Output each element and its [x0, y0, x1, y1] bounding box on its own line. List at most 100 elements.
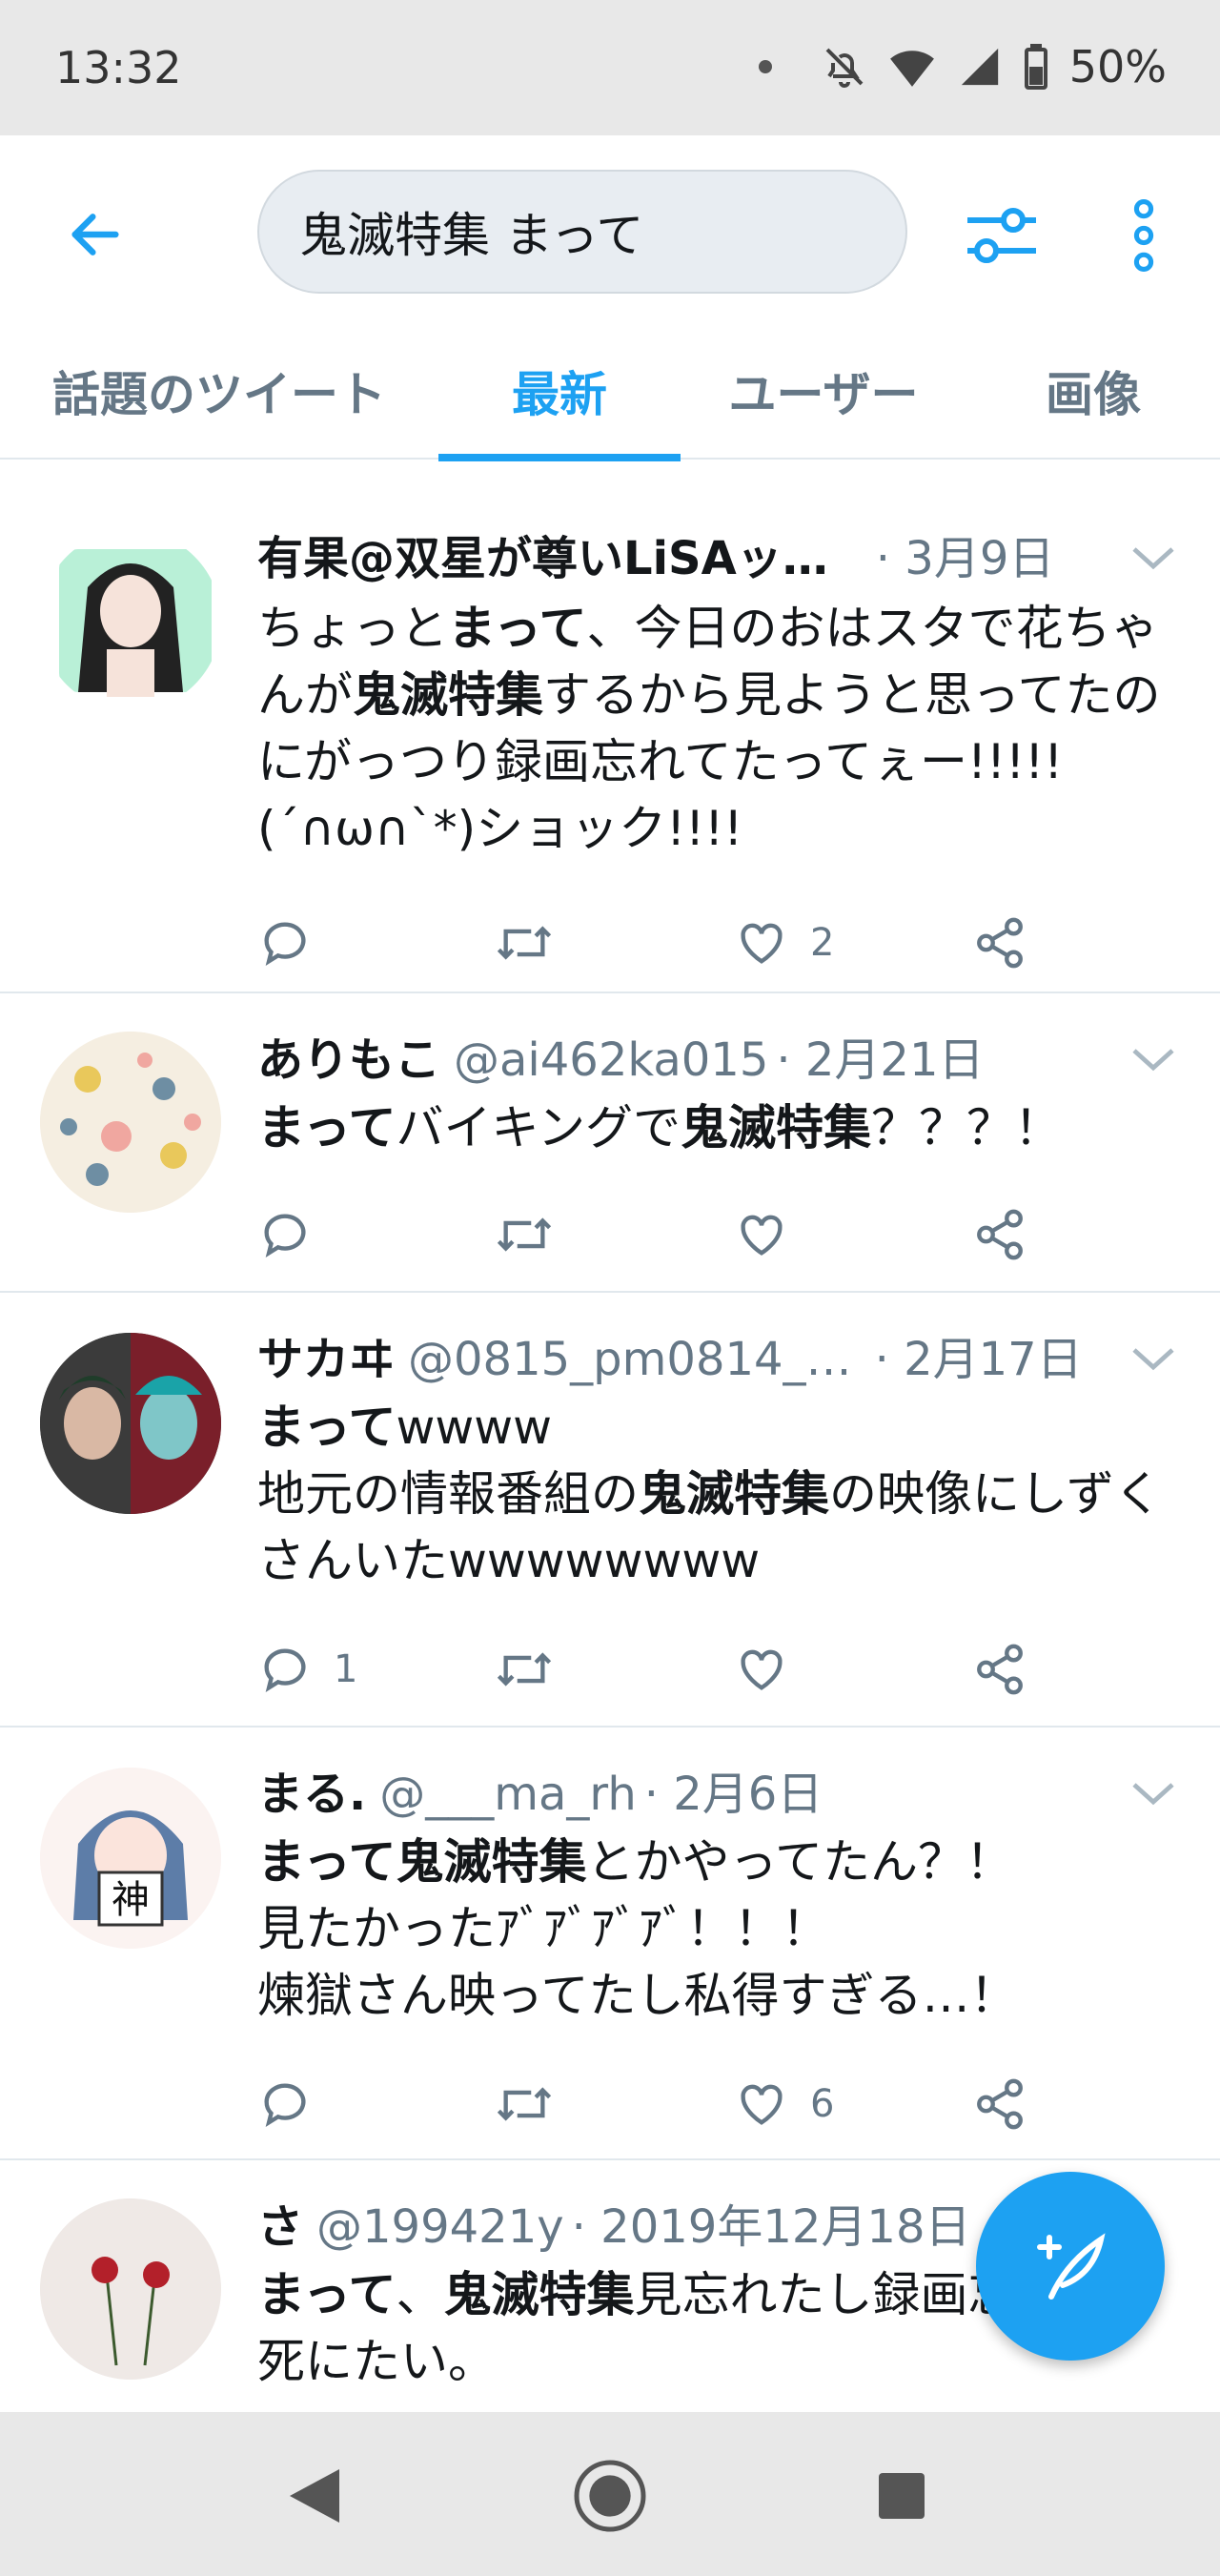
avatar[interactable] [40, 530, 221, 711]
like-button[interactable] [734, 1207, 789, 1262]
reply-icon [264, 1214, 306, 1258]
more-options-button[interactable] [1115, 193, 1172, 278]
tweet-header: 有果@双星が尊いLiSAッ… · 3月9日 [257, 524, 1178, 593]
search-input[interactable]: 鬼滅特集 まって [257, 170, 907, 294]
retweet-button[interactable] [494, 915, 555, 971]
battery-icon [1024, 44, 1047, 90]
search-tabs: 話題のツイート 最新 ユーザー 画像 [0, 322, 1220, 461]
tweet-date: · 2月21日 [776, 1033, 985, 1087]
nav-home-button[interactable] [572, 2458, 648, 2534]
reply-icon [264, 922, 306, 967]
tab-images[interactable]: 画像 [966, 322, 1220, 460]
like-count: 6 [810, 2082, 835, 2126]
recents-square-icon [879, 2473, 925, 2519]
tab-latest[interactable]: 最新 [438, 322, 681, 461]
avatar[interactable]: 神 [40, 1768, 221, 1949]
nav-back-button[interactable] [276, 2458, 353, 2534]
status-bar: 13:32 50% [0, 0, 1220, 135]
share-icon [977, 1209, 1023, 1260]
like-count: 2 [810, 921, 835, 965]
avatar[interactable] [40, 2198, 221, 2380]
reply-button[interactable] [257, 1207, 313, 1262]
chevron-down-icon[interactable] [1128, 1773, 1178, 1811]
tweet-author-handle: @0815_pm0814_… [408, 1333, 852, 1386]
app-header: 鬼滅特集 まって 話題のツイート 最新 ユーザー 画像 [0, 135, 1220, 461]
tweet-date: · 3月9日 [875, 532, 1055, 585]
back-button[interactable] [53, 193, 137, 276]
signal-icon [961, 48, 998, 86]
avatar[interactable] [40, 1032, 221, 1213]
more-vertical-icon [1133, 199, 1154, 272]
tweet-author-name[interactable]: 有果@双星が尊いLiSAッ… [257, 524, 828, 593]
heart-icon [741, 1215, 783, 1256]
filter-button[interactable] [959, 193, 1045, 278]
tweet-author-handle: @ai462ka015 [454, 1033, 769, 1087]
like-button[interactable]: 6 [734, 2076, 834, 2132]
tweet-date: · 2019年12月18日 [571, 2200, 971, 2254]
nav-recents-button[interactable] [864, 2458, 940, 2534]
heart-icon [741, 923, 783, 964]
svg-text:神: 神 [112, 1878, 150, 1922]
tweet-actions: 1 [257, 1617, 1178, 1722]
status-icons: 50% [758, 38, 1167, 95]
tweet-text: まってバイキングで鬼滅特集？？？！ [257, 1100, 1062, 1155]
arrow-left-icon [71, 214, 119, 256]
tab-top-tweets[interactable]: 話題のツイート [0, 322, 438, 460]
tweet-header: ありもこ @ai462ka015 · 2月21日 [257, 1026, 1178, 1094]
chevron-down-icon[interactable] [1128, 1339, 1178, 1377]
tweet-author-name[interactable]: サカヰ [257, 1325, 395, 1394]
tweet-author-handle: @199421y [316, 2200, 564, 2254]
tweet-item[interactable]: サカヰ @0815_pm0814_… · 2月17日 まってwwww 地元の情報… [0, 1293, 1220, 1728]
avatar[interactable] [40, 1333, 221, 1514]
reply-button[interactable] [257, 915, 334, 971]
sliders-icon [967, 208, 1036, 263]
chevron-down-icon[interactable] [1128, 538, 1178, 576]
compose-icon [1037, 2233, 1106, 2300]
retweet-icon [497, 926, 552, 960]
like-button[interactable]: 2 [734, 915, 834, 971]
tweet-text: ちょっとまって、今日のおはスタで花ちゃんが鬼滅特集するから見ようと思ってたのにが… [257, 601, 1161, 856]
retweet-icon [497, 2087, 552, 2121]
reply-icon [264, 1648, 306, 1693]
tweet-date: · 2月6日 [643, 1768, 824, 1821]
share-button[interactable] [972, 1207, 1027, 1262]
tab-users[interactable]: ユーザー [681, 322, 966, 460]
share-button[interactable] [972, 1642, 1027, 1697]
tweet-item[interactable]: 有果@双星が尊いLiSAッ… · 3月9日 ちょっとまって、今日のおはスタで花ち… [0, 488, 1220, 993]
battery-percent: 50% [1068, 41, 1167, 92]
like-button[interactable] [734, 1642, 789, 1697]
status-time: 13:32 [55, 42, 182, 93]
tweet-text: まって鬼滅特集とかやってたん？！ 見たかったｱﾞｱﾞｱﾞｱﾞ！！！ 煉獄さん映っ… [257, 1834, 1018, 2023]
retweet-button[interactable] [494, 1207, 555, 1262]
system-nav-bar [0, 2412, 1220, 2576]
tweet-author-name[interactable]: まる. [257, 1760, 366, 1829]
compose-tweet-button[interactable] [976, 2172, 1165, 2361]
tweet-actions [257, 1182, 1178, 1287]
share-icon [977, 917, 1023, 969]
heart-icon [741, 2084, 783, 2125]
search-query: 鬼滅特集 まって [299, 208, 644, 263]
notification-dot-icon [758, 60, 772, 73]
reply-icon [264, 2083, 306, 2128]
tweet-author-name[interactable]: ありもこ [257, 1026, 440, 1094]
wifi-icon [889, 51, 934, 87]
chevron-down-icon[interactable] [1128, 1039, 1178, 1077]
share-button[interactable] [972, 915, 1027, 971]
reply-button[interactable]: 1 [257, 1642, 357, 1697]
tweet-item[interactable]: 神 まる. @___ma_rh · 2月6日 まって鬼滅特集とかやってたん？！ … [0, 1728, 1220, 2160]
retweet-button[interactable] [494, 1642, 555, 1697]
tweet-item[interactable]: ありもこ @ai462ka015 · 2月21日 まってバイキングで鬼滅特集？？… [0, 993, 1220, 1293]
tweet-actions: 6 [257, 2052, 1178, 2157]
tweet-author-name[interactable]: さ [257, 2193, 303, 2261]
retweet-icon [497, 1652, 552, 1687]
retweet-button[interactable] [494, 2076, 555, 2132]
reply-button[interactable] [257, 2076, 313, 2132]
share-icon [977, 2078, 1023, 2130]
tweet-header: サカヰ @0815_pm0814_… · 2月17日 [257, 1325, 1178, 1394]
retweet-icon [497, 1217, 552, 1252]
share-icon [977, 1644, 1023, 1695]
tweet-actions: 2 [257, 890, 1178, 995]
heart-icon [741, 1649, 783, 1690]
share-button[interactable] [972, 2076, 1027, 2132]
tweet-text: まってwwww 地元の情報番組の鬼滅特集の映像にしずくさんいたwwwwwwww [257, 1400, 1162, 1588]
